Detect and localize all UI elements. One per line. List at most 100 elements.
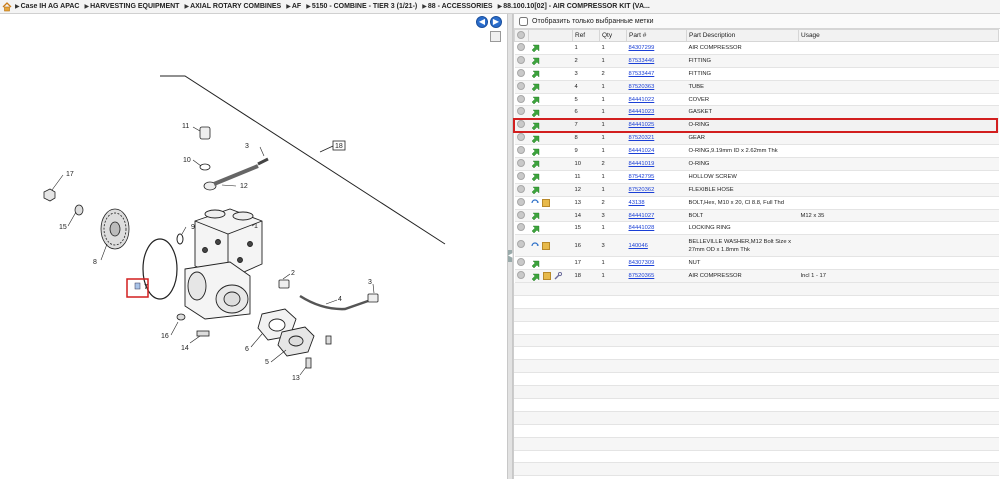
add-to-cart-arrow-icon[interactable] (531, 121, 540, 130)
row-action-cell[interactable] (528, 209, 573, 223)
row-action-cell[interactable] (528, 256, 573, 271)
add-to-cart-arrow-icon[interactable] (531, 259, 540, 268)
row-select-cell[interactable] (514, 41, 529, 55)
part-number-link[interactable]: 84441028 (626, 221, 687, 236)
part-number-link[interactable]: 84307309 (626, 256, 687, 271)
add-to-cart-arrow-icon[interactable] (531, 134, 540, 143)
part-number-link[interactable]: 87533447 (626, 67, 687, 81)
breadcrumb-item[interactable]: 88 - ACCESSORIES (428, 3, 493, 10)
part-number-link[interactable]: 87533446 (626, 54, 687, 68)
breadcrumb-item[interactable]: Case IH AG APAC (21, 3, 80, 10)
row-action-cell[interactable] (528, 105, 573, 120)
row-select-cell[interactable] (514, 157, 529, 171)
add-circle-icon[interactable] (516, 107, 525, 116)
part-number-link-text[interactable]: 84441024 (629, 148, 655, 154)
table-row[interactable]: 7 1 84441025 O-RING 17292281 (514, 118, 999, 133)
add-circle-icon[interactable] (516, 197, 525, 206)
part-number-link[interactable]: 84441019 (626, 157, 687, 171)
row-action-cell[interactable] (528, 80, 573, 94)
add-to-cart-arrow-icon[interactable] (531, 172, 540, 182)
table-row[interactable]: 2 1 87533446 FITTING (514, 54, 999, 68)
part-number-link-text[interactable]: 84441023 (629, 109, 655, 115)
breadcrumb-item-current[interactable]: 88.100.10[02] - AIR COMPRESSOR KIT (VA..… (503, 3, 650, 10)
part-number-link-text[interactable]: 87533447 (629, 71, 655, 77)
header-usage[interactable]: Usage (798, 29, 999, 42)
part-number-link-text[interactable]: 84441027 (629, 213, 655, 219)
row-action-cell[interactable] (528, 183, 573, 197)
part-number-link[interactable]: 84441025 (626, 118, 687, 133)
wrench-icon[interactable] (554, 272, 562, 280)
part-number-link-text[interactable]: 140046 (629, 243, 648, 249)
row-select-cell[interactable] (514, 144, 529, 159)
table-row[interactable]: 10 2 84441019 O-RING (514, 157, 999, 171)
add-circle-icon[interactable] (516, 42, 525, 51)
row-action-cell[interactable] (528, 131, 573, 146)
add-circle-icon[interactable] (516, 223, 525, 232)
table-row[interactable]: 15 1 84441028 LOCKING RING (514, 221, 999, 236)
add-circle-icon[interactable] (516, 146, 525, 155)
row-select-cell[interactable] (514, 221, 529, 236)
row-select-cell[interactable] (514, 93, 529, 107)
add-circle-icon[interactable] (516, 120, 525, 129)
add-to-cart-arrow-icon[interactable] (531, 56, 540, 66)
collapse-arrow-icon[interactable]: ◀ (508, 250, 513, 262)
breadcrumb-item[interactable]: HARVESTING EQUIPMENT (90, 3, 179, 10)
row-action-cell[interactable] (528, 67, 573, 81)
row-action-cell[interactable] (528, 144, 573, 159)
part-number-link[interactable]: 84441024 (626, 144, 687, 159)
part-number-link[interactable]: 87520362 (626, 183, 687, 197)
sync-icon[interactable] (530, 199, 539, 207)
add-to-cart-arrow-icon[interactable] (531, 108, 540, 117)
sync-icon[interactable] (530, 242, 539, 250)
part-number-link[interactable]: 140046 (626, 234, 687, 258)
header-description[interactable]: Part Description (686, 29, 799, 42)
breadcrumb-item[interactable]: 5150 - COMBINE - TIER 3 (1/21-) (312, 3, 417, 10)
row-action-cell[interactable] (528, 41, 573, 55)
row-action-cell[interactable] (528, 170, 573, 184)
add-circle-icon[interactable] (516, 258, 525, 267)
breadcrumb-item[interactable]: AXIAL ROTARY COMBINES (190, 3, 281, 10)
add-to-cart-arrow-icon[interactable] (531, 272, 540, 281)
row-select-cell[interactable] (514, 196, 529, 210)
exploded-parts-diagram[interactable]: 1 2 3 3 4 5 6 7 8 9 10 11 12 13 14 15 16… (0, 14, 507, 479)
part-number-link[interactable]: 84441023 (626, 105, 687, 120)
header-settings[interactable] (514, 29, 529, 42)
part-number-link-text[interactable]: 87520363 (629, 84, 655, 90)
add-to-cart-arrow-icon[interactable] (531, 159, 540, 169)
row-select-cell[interactable] (514, 209, 529, 223)
add-circle-icon[interactable] (516, 133, 525, 142)
row-action-cell[interactable] (528, 269, 573, 284)
header-ref[interactable]: Ref (572, 29, 600, 42)
part-number-link[interactable]: 84441022 (626, 93, 687, 107)
part-number-link-text[interactable]: 87542795 (629, 174, 655, 180)
add-circle-icon[interactable] (516, 210, 525, 219)
home-icon[interactable] (2, 1, 12, 12)
table-row[interactable]: 8 1 87520321 GEAR (514, 131, 999, 146)
part-number-link[interactable]: 87520365 (626, 269, 687, 284)
header-partno[interactable]: Part # (626, 29, 687, 42)
part-number-link-text[interactable]: 84441019 (629, 161, 655, 167)
add-circle-icon[interactable] (516, 55, 525, 64)
add-to-cart-arrow-icon[interactable] (531, 211, 540, 221)
add-circle-icon[interactable] (516, 158, 525, 167)
part-number-link[interactable]: 87520363 (626, 80, 687, 94)
row-action-cell[interactable] (528, 157, 573, 171)
add-to-cart-arrow-icon[interactable] (531, 69, 540, 79)
row-select-cell[interactable] (514, 256, 529, 271)
part-number-link-text[interactable]: 84441028 (629, 225, 655, 231)
row-action-cell[interactable] (528, 221, 573, 236)
row-select-cell[interactable] (514, 170, 529, 184)
part-number-link-text[interactable]: 87520362 (629, 187, 655, 193)
part-number-link-text[interactable]: 84307299 (629, 45, 655, 51)
part-number-link-text[interactable]: 87533446 (629, 58, 655, 64)
add-circle-icon[interactable] (516, 171, 525, 180)
row-select-cell[interactable] (514, 54, 529, 68)
diagram-pane[interactable]: ◀ ▶ 1 2 3 3 4 5 6 7 8 9 10 11 12 13 14 1… (0, 14, 507, 479)
part-number-link[interactable]: 87520321 (626, 131, 687, 146)
table-row[interactable]: 13 2 43138 BOLT,Hex, M10 x 20, Cl 8.8, Full… (514, 196, 999, 210)
part-number-link[interactable]: 84441027 (626, 209, 687, 223)
table-row[interactable]: 5 1 84441022 COVER (514, 93, 999, 107)
table-row[interactable]: 12 1 87520362 FLEXIBLE HOSE (514, 183, 999, 197)
row-action-cell[interactable] (528, 196, 573, 210)
part-number-link-text[interactable]: 87520321 (629, 135, 655, 141)
